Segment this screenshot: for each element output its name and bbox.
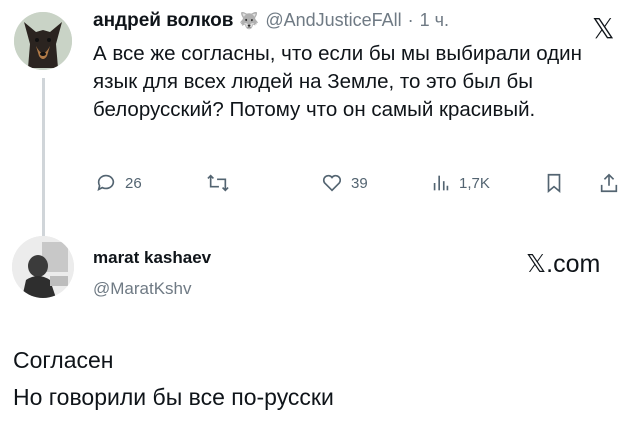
author-handle[interactable]: @AndJusticeFAll (265, 10, 401, 31)
views-button[interactable]: 1,7K (431, 172, 490, 194)
tweet-text: А все же согласны, что если бы мы выбира… (93, 42, 582, 121)
reply-author-name[interactable]: marat kashaev (93, 248, 211, 268)
reply-author-handle[interactable]: @MaratKshv (93, 279, 192, 299)
thread-line (42, 78, 45, 236)
reply-line-2: Но говорили бы все по-русски (13, 384, 334, 410)
reply-author-avatar[interactable] (12, 236, 74, 298)
reply-icon (97, 174, 115, 191)
reply-button[interactable]: 26 (95, 172, 142, 194)
bookmark-icon (547, 173, 561, 194)
like-count: 39 (351, 174, 368, 192)
views-count: 1,7K (459, 174, 490, 192)
x-com-watermark: 𝕏.com (526, 250, 601, 278)
like-icon (322, 174, 342, 192)
like-button[interactable]: 39 (321, 172, 368, 194)
bookmark-button[interactable] (544, 172, 564, 194)
reply-text: Согласен Но говорили бы все по-русски (13, 342, 334, 416)
timestamp[interactable]: 1 ч. (420, 10, 449, 31)
views-icon (433, 175, 449, 191)
reply-line-1: Согласен (13, 347, 114, 373)
retweet-icon (207, 174, 229, 192)
author-name[interactable]: андрей волков (93, 10, 233, 32)
share-icon (600, 173, 618, 193)
retweet-button[interactable] (206, 172, 238, 194)
reply-count: 26 (125, 174, 142, 192)
author-avatar[interactable] (14, 12, 72, 70)
emoji-icon: 🐺 (239, 13, 260, 30)
separator-dot: · (407, 10, 414, 30)
share-button[interactable] (598, 172, 620, 194)
